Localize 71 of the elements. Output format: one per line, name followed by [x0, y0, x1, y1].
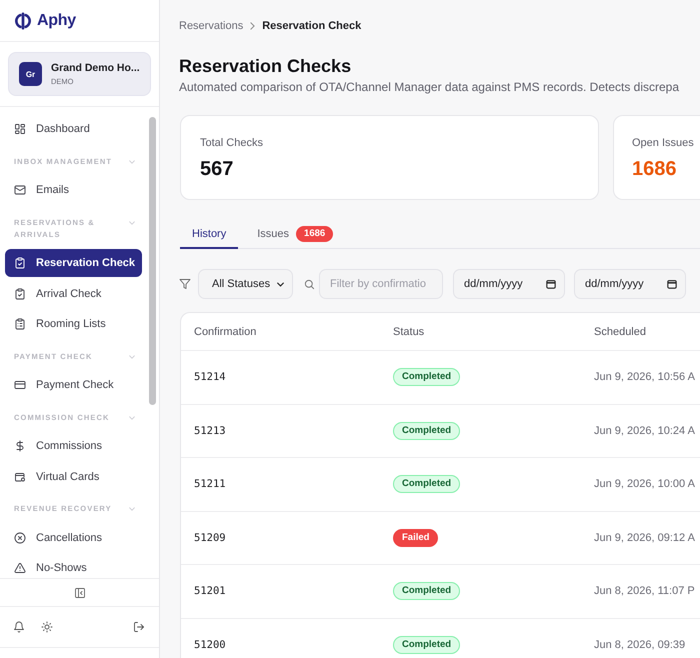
hotel-avatar: Gr: [19, 62, 42, 86]
sidebar-collapse-icon[interactable]: [74, 586, 86, 598]
nav-item[interactable]: Commissions: [5, 432, 142, 460]
nav-item[interactable]: Virtual Cards: [5, 462, 142, 490]
scheduled-date: Jun 9, 2026, 10:00 A: [594, 478, 695, 490]
wallet-icon: [14, 470, 26, 482]
calendar-icon[interactable]: [667, 279, 677, 289]
status-badge: Completed: [393, 636, 460, 654]
nav-item[interactable]: Cancellations: [5, 524, 142, 552]
stat-label: Total Checks: [200, 136, 264, 150]
page-title: Reservation Checks: [179, 55, 352, 77]
scheduled-date: Jun 8, 2026, 11:07 P: [594, 585, 695, 598]
date-field[interactable]: dd/mm/yyyy: [574, 269, 686, 299]
x-circle-icon: [14, 532, 26, 544]
bell-icon[interactable]: [13, 621, 25, 633]
stat-label: Open Issues: [632, 136, 695, 150]
nav-item[interactable]: Reservation Check: [5, 249, 142, 277]
status-badge: Completed: [393, 422, 460, 440]
mail-icon: [14, 184, 26, 196]
scrollbar-thumb[interactable]: [149, 117, 156, 405]
filter-icon: [179, 278, 191, 290]
status-badge: Completed: [393, 475, 460, 494]
confirmation-number: 51213: [194, 424, 226, 437]
stat-value: 567: [200, 157, 234, 181]
nav-item[interactable]: No-Shows: [5, 554, 142, 582]
confirmation-number: 51211: [194, 478, 226, 490]
search-field[interactable]: Filter by confirmatio: [319, 269, 443, 299]
chevron-right-icon: [250, 22, 256, 30]
scheduled-date: Jun 9, 2026, 09:12 A: [594, 532, 695, 544]
status-select[interactable]: All Statuses: [198, 269, 293, 299]
dollar-icon: [14, 440, 26, 452]
caret-icon: [277, 282, 284, 286]
date-field[interactable]: dd/mm/yyyy: [453, 269, 565, 299]
scheduled-date: Jun 9, 2026, 10:56 A: [594, 371, 695, 384]
brand-name: Aphy: [37, 12, 76, 30]
confirmation-number: 51201: [194, 585, 226, 598]
breadcrumb-current: Reservation Check: [262, 20, 362, 32]
warning-triangle-icon: [14, 562, 26, 574]
nav-item[interactable]: Arrival Check: [5, 280, 142, 308]
clipboard-check-icon: [14, 257, 26, 269]
nav-item[interactable]: Dashboard: [5, 115, 142, 143]
nav-item[interactable]: Payment Check: [5, 371, 142, 399]
count-badge: 1686: [296, 226, 334, 242]
page-subtitle: Automated comparison of OTA/Channel Manager data against PMS records. Detects discrepa: [179, 79, 680, 95]
column-header: Confirmation: [193, 326, 258, 338]
grid-icon: [14, 123, 26, 135]
column-header: Status: [392, 326, 426, 338]
clipboard-check-icon: [14, 288, 26, 300]
hotel-name: Grand Demo Ho...: [51, 62, 140, 74]
breadcrumb-link[interactable]: Reservations: [179, 20, 244, 32]
logo-icon: [14, 12, 32, 30]
status-badge: Completed: [393, 368, 460, 386]
credit-card-icon: [14, 379, 26, 391]
sun-icon[interactable]: [41, 621, 53, 633]
clipboard-list-icon: [14, 318, 26, 330]
search-icon: [304, 278, 315, 290]
nav-item[interactable]: Rooming Lists: [5, 310, 142, 338]
stat-value: 1686: [632, 157, 678, 181]
tab[interactable]: History: [180, 220, 238, 249]
column-header: Scheduled: [593, 326, 647, 338]
confirmation-number: 51209: [194, 532, 226, 544]
scheduled-date: Jun 9, 2026, 10:24 A: [594, 424, 695, 437]
scheduled-date: Jun 8, 2026, 09:39: [594, 638, 686, 651]
nav-item[interactable]: Emails: [5, 176, 142, 204]
tab[interactable]: Issues 1686: [245, 220, 346, 249]
confirmation-number: 51214: [194, 371, 226, 384]
logout-icon[interactable]: [133, 621, 145, 633]
status-badge: Failed: [393, 528, 438, 547]
status-badge: Completed: [393, 582, 460, 600]
confirmation-number: 51200: [194, 638, 226, 651]
calendar-icon[interactable]: [546, 279, 556, 289]
